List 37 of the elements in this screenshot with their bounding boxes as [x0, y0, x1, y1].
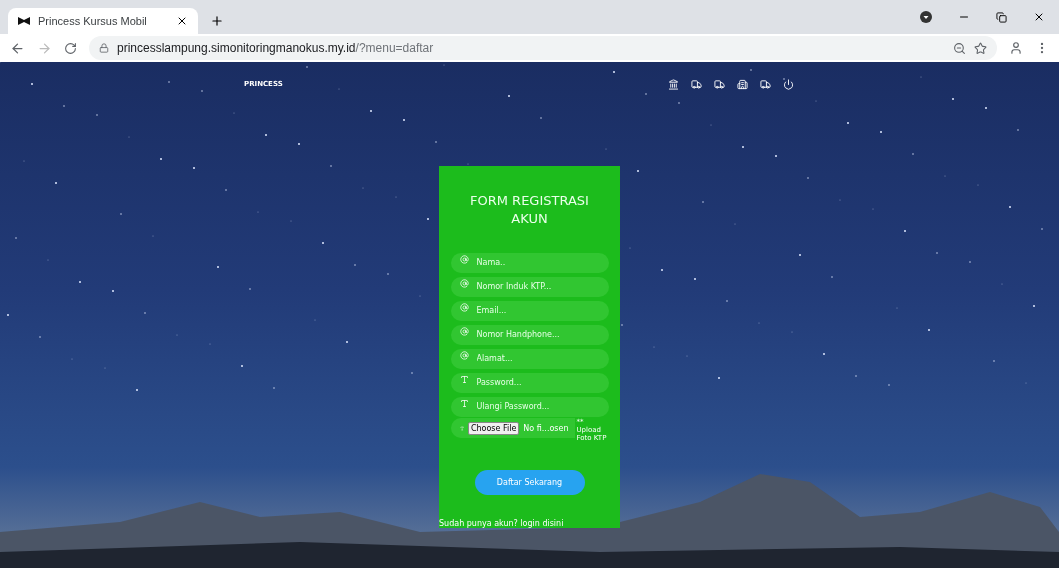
- bank-icon[interactable]: [667, 78, 679, 90]
- truck-icon[interactable]: [759, 78, 771, 90]
- input-field[interactable]: Nama..: [450, 252, 609, 273]
- at-icon: [459, 255, 469, 264]
- download-icon[interactable]: [920, 11, 932, 23]
- input-field[interactable]: Email...: [450, 300, 609, 321]
- close-icon[interactable]: [176, 15, 188, 27]
- file-status: No fi...osen: [523, 423, 569, 433]
- at-icon: [459, 303, 469, 312]
- browser-tab[interactable]: Princess Kursus Mobil: [8, 8, 198, 34]
- file-field[interactable]: Choose File No fi...osen: [450, 418, 575, 438]
- restore-icon[interactable]: [996, 11, 1007, 23]
- input-field[interactable]: Alamat...: [450, 348, 609, 369]
- address-bar[interactable]: princesslampung.simonitoringmanokus.my.id/?menu=daftar: [89, 36, 997, 60]
- profile-icon[interactable]: [1009, 41, 1023, 55]
- form-title: FORM REGISTRASI AKUN: [469, 192, 590, 228]
- zoom-icon[interactable]: [953, 41, 966, 55]
- tab-title: Princess Kursus Mobil: [38, 15, 148, 27]
- close-icon[interactable]: [1033, 11, 1045, 23]
- input-field[interactable]: Nomor Induk KTP...: [450, 276, 609, 297]
- choose-file-button[interactable]: Choose File: [467, 421, 520, 435]
- reload-icon[interactable]: [64, 41, 77, 55]
- power-icon[interactable]: [782, 78, 794, 90]
- lock-icon: [99, 43, 109, 53]
- truck-icon[interactable]: [713, 78, 725, 90]
- at-icon: [459, 279, 469, 288]
- building-icon[interactable]: [736, 78, 748, 90]
- at-icon: [459, 351, 469, 360]
- input-field[interactable]: Ulangi Password...: [450, 396, 609, 417]
- new-tab-icon[interactable]: [210, 14, 224, 28]
- truck-icon[interactable]: [690, 78, 702, 90]
- back-icon[interactable]: [10, 40, 25, 56]
- at-icon: [459, 327, 469, 336]
- star-icon[interactable]: [974, 41, 987, 55]
- input-field[interactable]: Password...: [450, 372, 609, 393]
- input-field[interactable]: Nomor Handphone...: [450, 324, 609, 345]
- bow-tie-icon: [18, 17, 30, 25]
